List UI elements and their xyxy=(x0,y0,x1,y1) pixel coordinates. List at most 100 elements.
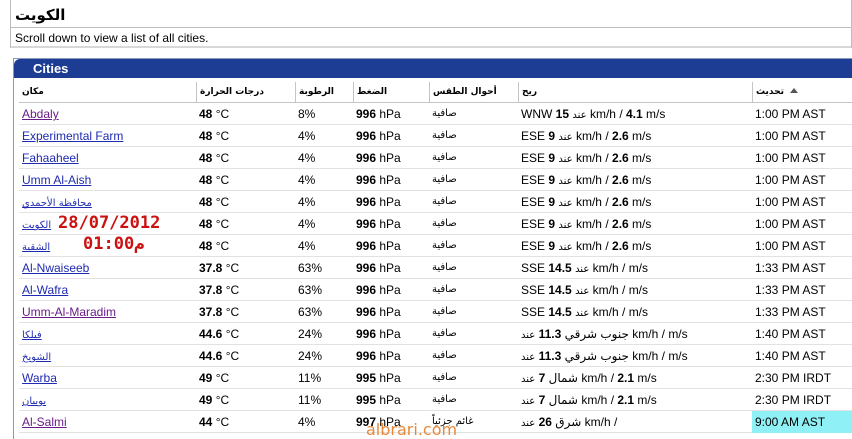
updated-cell: 2:30 PM IRDT xyxy=(755,393,832,407)
wind-cell: ESE 9 عند km/h / 2.6 m/s xyxy=(521,217,652,231)
conditions-cell: صافية xyxy=(432,306,457,317)
pressure-cell: 996 hPa xyxy=(356,239,401,253)
cities-table-body: Abdaly 48 °C 8% 996 hPa صافية WNW 15 عند km/h… xyxy=(19,103,852,433)
temperature-cell: 37.8 °C xyxy=(199,305,240,319)
table-row: محافظة الأحمدي 48 °C 4% 996 hPa صافية ESE 9 ع… xyxy=(19,191,852,213)
temperature-cell: 49 °C xyxy=(199,393,230,407)
city-link[interactable]: الشويخ xyxy=(22,352,51,363)
city-link[interactable]: Experimental Farm xyxy=(22,129,123,143)
pressure-cell: 995 hPa xyxy=(356,393,401,407)
wind-cell: ESE 9 عند km/h / 2.6 m/s xyxy=(521,129,652,143)
cities-panel-header: Cities xyxy=(14,59,852,78)
column-header-wind[interactable]: ريح xyxy=(518,82,753,103)
header-divider xyxy=(11,46,851,48)
city-link[interactable]: بوبيان xyxy=(22,396,46,407)
table-row: الشويخ 44.6 °C 24% 996 hPa صافية جنوب شرقي 11… xyxy=(19,345,852,367)
temperature-cell: 48 °C xyxy=(199,173,230,187)
conditions-cell: صافية xyxy=(432,196,457,207)
humidity-cell: 4% xyxy=(298,151,316,165)
temperature-cell: 44.6 °C xyxy=(199,327,240,341)
column-header-temperature[interactable]: درجات الحرارة xyxy=(196,82,296,103)
column-header-pressure[interactable]: الضغط xyxy=(353,82,429,103)
place-cell: Al-Nwaiseeb xyxy=(19,257,197,279)
city-link[interactable]: Al-Salmi xyxy=(22,415,67,429)
humidity-cell: 8% xyxy=(298,107,316,121)
city-link[interactable]: Al-Wafra xyxy=(22,283,68,297)
updated-cell: 1:00 PM AST xyxy=(755,151,826,165)
updated-cell: 1:33 PM AST xyxy=(755,283,826,297)
table-row: Experimental Farm 48 °C 4% 996 hPa صافية ESE … xyxy=(19,125,852,147)
updated-cell: 1:00 PM AST xyxy=(755,239,826,253)
table-row: Al-Nwaiseeb 37.8 °C 63% 996 hPa صافية SSE 14.… xyxy=(19,257,852,279)
column-header-conditions[interactable]: أحوال الطقس xyxy=(429,82,519,103)
city-link[interactable]: محافظة الأحمدي xyxy=(22,198,92,209)
table-row: Al-Wafra 37.8 °C 63% 996 hPa صافية SSE 14.5 ع… xyxy=(19,279,852,301)
temperature-cell: 44.6 °C xyxy=(199,349,240,363)
city-link[interactable]: Fahaaheel xyxy=(22,151,79,165)
table-row: فيلكا 44.6 °C 24% 996 hPa صافية جنوب شرقي 11.… xyxy=(19,323,852,345)
updated-cell: 1:00 PM AST xyxy=(755,107,826,121)
table-row: Abdaly 48 °C 8% 996 hPa صافية WNW 15 عند km/h… xyxy=(19,103,852,125)
humidity-cell: 4% xyxy=(298,217,316,231)
wind-cell: ESE 9 عند km/h / 2.6 m/s xyxy=(521,151,652,165)
conditions-cell: صافية xyxy=(432,240,457,251)
temperature-cell: 48 °C xyxy=(199,239,230,253)
humidity-cell: 24% xyxy=(298,349,323,363)
humidity-cell: 4% xyxy=(298,195,316,209)
city-link[interactable]: Umm Al-Aish xyxy=(22,173,91,187)
wind-cell: ESE 9 عند km/h / 2.6 m/s xyxy=(521,195,652,209)
pressure-cell: 996 hPa xyxy=(356,195,401,209)
temperature-cell: 37.8 °C xyxy=(199,261,240,275)
wind-cell: ESE 9 عند km/h / 2.6 m/s xyxy=(521,239,652,253)
wind-cell: جنوب شرقي 11.3 عند km/h / m/s xyxy=(521,349,688,363)
city-link[interactable]: Warba xyxy=(22,371,57,385)
place-cell: Experimental Farm xyxy=(19,125,197,147)
wind-cell: شمال 7 عند km/h / 2.1 m/s xyxy=(521,371,657,385)
column-header-place[interactable]: مكان xyxy=(19,82,197,103)
wind-cell: SSE 14.5 عند km/h / m/s xyxy=(521,283,649,297)
conditions-cell: صافية xyxy=(432,262,457,273)
wind-cell: SSE 14.5 عند km/h / m/s xyxy=(521,305,649,319)
updated-cell: 1:33 PM AST xyxy=(755,305,826,319)
table-row: Umm-Al-Maradim 37.8 °C 63% 996 hPa صافية SSE … xyxy=(19,301,852,323)
city-link[interactable]: فيلكا xyxy=(22,330,42,341)
city-link[interactable]: الكويت xyxy=(22,220,51,231)
place-cell: Al-Salmi xyxy=(19,411,197,433)
pressure-cell: 996 hPa xyxy=(356,283,401,297)
conditions-cell: صافية xyxy=(432,174,457,185)
table-row: Umm Al-Aish 48 °C 4% 996 hPa صافية ESE 9 عند … xyxy=(19,169,852,191)
conditions-cell: صافية xyxy=(432,394,457,405)
humidity-cell: 4% xyxy=(298,173,316,187)
temperature-cell: 48 °C xyxy=(199,217,230,231)
conditions-cell: صافية xyxy=(432,130,457,141)
conditions-cell: صافية xyxy=(432,372,457,383)
place-cell: Umm-Al-Maradim xyxy=(19,301,197,323)
place-cell: Fahaaheel xyxy=(19,147,197,169)
column-header-updated[interactable]: تحديث xyxy=(752,82,852,103)
pressure-cell: 996 hPa xyxy=(356,151,401,165)
conditions-cell: صافية xyxy=(432,152,457,163)
table-header: مكان درجات الحرارة الرطوبة الضغط أحوال ا… xyxy=(19,82,852,103)
humidity-cell: 63% xyxy=(298,305,323,319)
place-cell: Abdaly xyxy=(19,103,197,125)
pressure-cell: 996 hPa xyxy=(356,327,401,341)
place-cell: Umm Al-Aish xyxy=(19,169,197,191)
city-link[interactable]: Abdaly xyxy=(22,107,59,121)
pressure-cell: 996 hPa xyxy=(356,261,401,275)
page-subtitle: Scroll down to view a list of all cities… xyxy=(15,31,209,45)
place-cell: محافظة الأحمدي xyxy=(19,191,197,213)
city-link[interactable]: Umm-Al-Maradim xyxy=(22,305,116,319)
temperature-cell: 37.8 °C xyxy=(199,283,240,297)
pressure-cell: 996 hPa xyxy=(356,349,401,363)
temperature-cell: 48 °C xyxy=(199,107,230,121)
updated-cell: 1:33 PM AST xyxy=(755,261,826,275)
temperature-cell: 48 °C xyxy=(199,151,230,165)
updated-cell: 1:00 PM AST xyxy=(755,173,826,187)
city-link[interactable]: Al-Nwaiseeb xyxy=(22,261,89,275)
watermark: albrari.com xyxy=(366,420,458,439)
updated-cell: 1:40 PM AST xyxy=(755,327,826,341)
humidity-cell: 24% xyxy=(298,327,323,341)
column-header-humidity[interactable]: الرطوبة xyxy=(295,82,353,103)
city-link[interactable]: الشقية xyxy=(22,242,50,253)
pressure-cell: 996 hPa xyxy=(356,217,401,231)
